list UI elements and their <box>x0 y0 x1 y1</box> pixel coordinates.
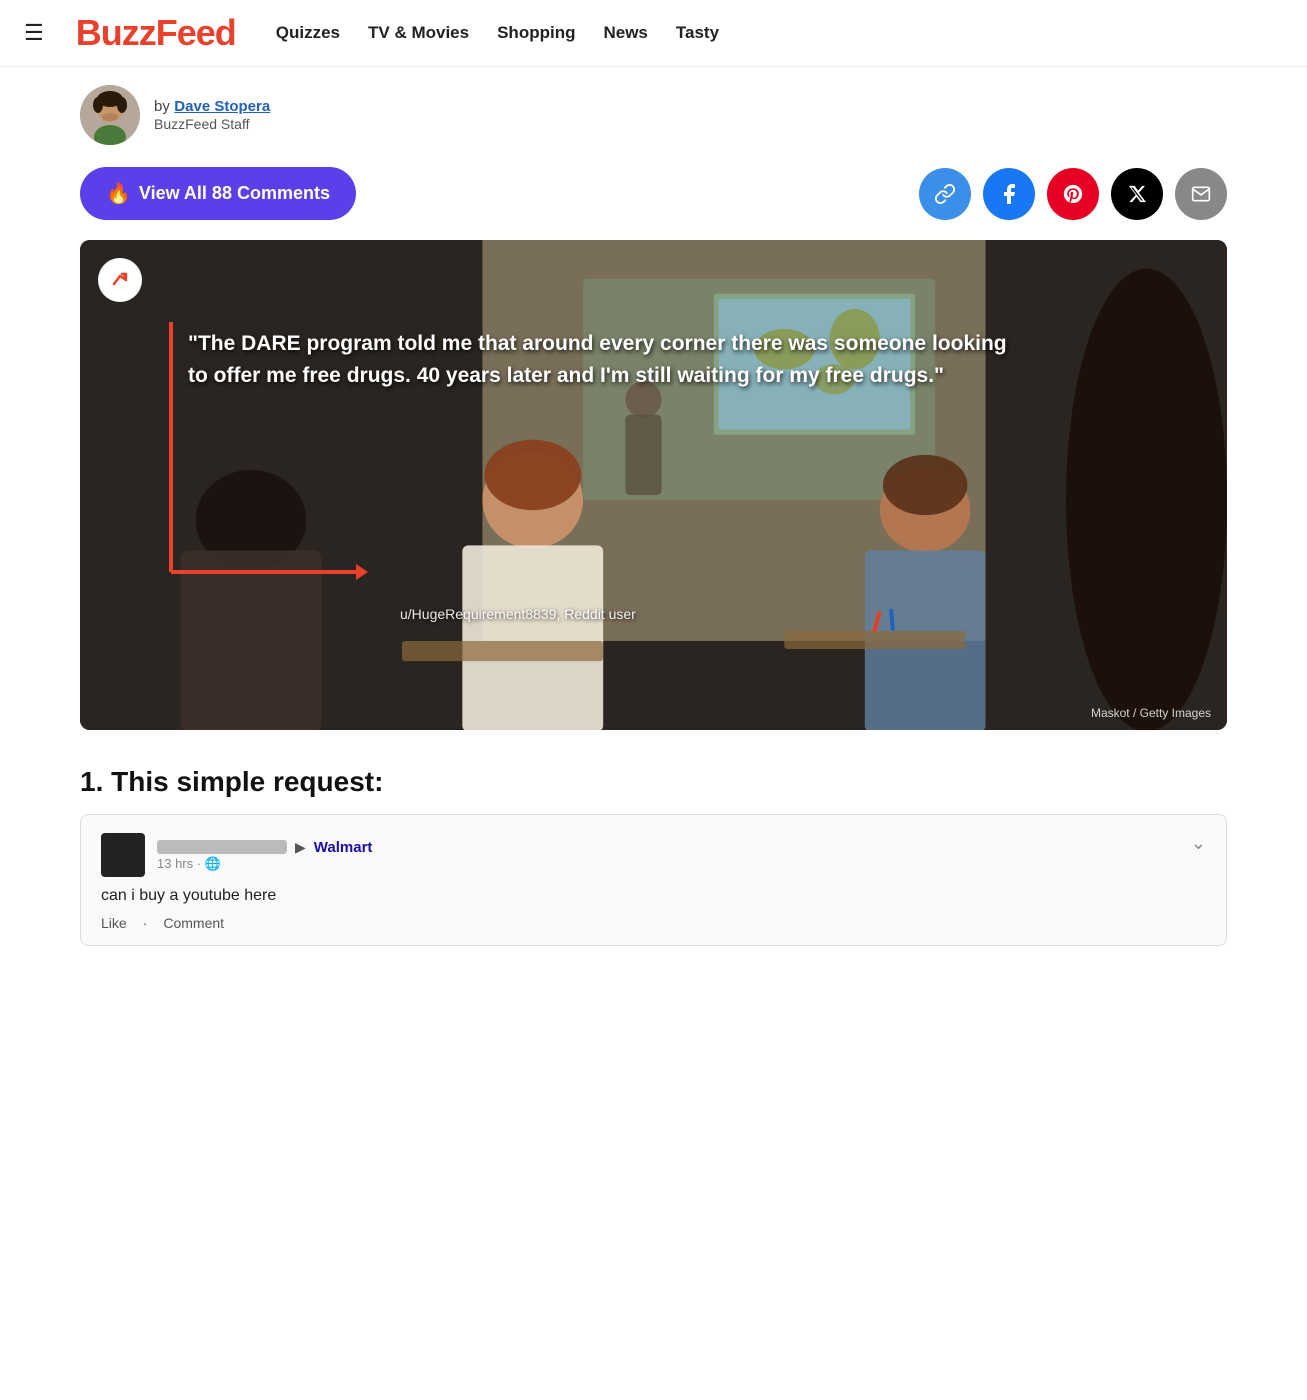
comment-time: 13 hrs · 🌐 <box>157 856 372 872</box>
share-x-button[interactable] <box>1111 168 1163 220</box>
action-separator: · <box>143 915 148 931</box>
view-comments-button[interactable]: 🔥 View All 88 Comments <box>80 167 356 220</box>
author-info: by Dave Stopera BuzzFeed Staff <box>154 98 270 132</box>
buzzfeed-badge <box>98 258 142 302</box>
like-button[interactable]: Like <box>101 915 127 931</box>
author-name[interactable]: Dave Stopera <box>174 98 270 115</box>
comment-reply-button[interactable]: Comment <box>163 915 224 931</box>
comment-actions: Like · Comment <box>101 915 1206 931</box>
site-logo[interactable]: BuzzFeed <box>76 12 236 54</box>
nav-item-tasty[interactable]: Tasty <box>676 23 719 42</box>
nav-item-news[interactable]: News <box>603 23 647 42</box>
comment-text: can i buy a youtube here <box>101 887 1206 905</box>
list-item-heading: 1. This simple request: <box>80 766 1227 798</box>
quote-attribution: u/HugeRequirement8839, Reddit user <box>400 606 636 622</box>
share-email-button[interactable] <box>1175 168 1227 220</box>
comment-target: Walmart <box>314 839 373 856</box>
author-by-label: by <box>154 98 170 115</box>
avatar <box>80 85 140 145</box>
nav-item-tv-movies[interactable]: TV & Movies <box>368 23 469 42</box>
hero-quote: "The DARE program told me that around ev… <box>188 328 1027 391</box>
comment-user-row: ▶ Walmart <box>157 839 372 856</box>
nav-item-shopping[interactable]: Shopping <box>497 23 575 42</box>
comment-card: ⌄ ▶ Walmart 13 hrs · 🌐 can i buy a youtu… <box>80 814 1227 946</box>
comment-header: ▶ Walmart 13 hrs · 🌐 <box>101 833 1191 877</box>
navbar: ☰ BuzzFeed Quizzes TV & Movies Shopping … <box>0 0 1307 67</box>
nav-item-quizzes[interactable]: Quizzes <box>276 23 340 42</box>
commenter-name-redacted <box>157 840 287 854</box>
share-link-button[interactable] <box>919 168 971 220</box>
image-credit: Maskot / Getty Images <box>1091 706 1211 720</box>
comments-button-label: View All 88 Comments <box>139 183 330 204</box>
article-body: 1. This simple request: ⌄ ▶ Walmart 13 h… <box>0 766 1307 946</box>
share-facebook-button[interactable] <box>983 168 1035 220</box>
author-section: by Dave Stopera BuzzFeed Staff <box>0 67 1307 157</box>
share-pinterest-button[interactable] <box>1047 168 1099 220</box>
action-row: 🔥 View All 88 Comments <box>0 157 1307 240</box>
share-icons <box>919 168 1227 220</box>
hero-image: "The DARE program told me that around ev… <box>80 240 1227 730</box>
hamburger-menu[interactable]: ☰ <box>24 20 44 46</box>
fire-emoji: 🔥 <box>106 181 131 206</box>
author-staff: BuzzFeed Staff <box>154 116 270 132</box>
commenter-avatar <box>101 833 145 877</box>
collapse-icon[interactable]: ⌄ <box>1191 833 1206 854</box>
comment-arrow: ▶ <box>295 839 306 856</box>
nav-links: Quizzes TV & Movies Shopping News Tasty <box>276 23 719 43</box>
comment-meta: ▶ Walmart 13 hrs · 🌐 <box>157 839 372 872</box>
